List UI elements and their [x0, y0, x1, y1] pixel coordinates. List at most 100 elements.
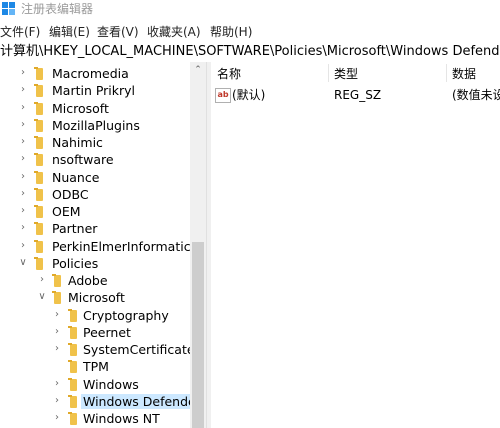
chevron-right-icon[interactable]: › — [18, 102, 28, 114]
chevron-down-icon[interactable]: ∨ — [18, 257, 28, 269]
tree-item-label: Partner — [52, 221, 98, 237]
folder-icon — [34, 205, 43, 218]
tree-item-label: Microsoft — [68, 290, 125, 306]
chevron-right-icon[interactable]: › — [18, 153, 28, 165]
folder-icon — [68, 360, 77, 374]
tree-item[interactable]: › Martin Prikryl — [0, 82, 190, 99]
chevron-right-icon[interactable]: › — [52, 326, 62, 338]
tree-item-label: Microsoft — [52, 100, 109, 116]
tree-item[interactable]: › Macromedia — [0, 65, 190, 82]
folder-icon — [68, 343, 77, 356]
tree-item-label: Cryptography — [83, 307, 169, 323]
tree-scrollbar[interactable]: ⌃ — [190, 62, 206, 428]
chevron-right-icon[interactable]: › — [18, 222, 28, 234]
tree-item[interactable]: › OEM — [0, 203, 190, 220]
tree-item[interactable]: › Partner — [0, 220, 190, 237]
folder-icon — [68, 377, 77, 391]
value-row[interactable]: ab (默认) REG_SZ (数值未设 — [211, 86, 500, 104]
chevron-right-icon[interactable]: › — [18, 119, 28, 131]
tree-item-label: Windows — [83, 376, 139, 392]
string-value-icon: ab — [215, 88, 231, 103]
column-header-type[interactable]: 类型 — [334, 67, 358, 81]
tree-item-label: TPM — [83, 359, 109, 375]
chevron-right-icon[interactable]: › — [18, 171, 28, 183]
tree-item[interactable]: › Windows — [0, 376, 190, 393]
tree-item-label: PerkinElmerInformatics — [52, 238, 198, 254]
tree-item[interactable]: › Nuance — [0, 169, 190, 186]
scrollbar-thumb[interactable] — [192, 242, 204, 428]
folder-icon — [34, 153, 43, 167]
chevron-right-icon[interactable]: › — [18, 84, 28, 96]
menu-favorites[interactable]: 收藏夹(A) — [147, 25, 201, 39]
folder-icon — [68, 325, 77, 339]
folder-icon — [68, 394, 77, 408]
chevron-right-icon[interactable]: › — [52, 378, 62, 390]
menu-file[interactable]: 文件(F) — [0, 25, 40, 39]
folder-icon — [34, 239, 43, 253]
chevron-right-icon[interactable]: › — [18, 240, 28, 252]
folder-icon — [34, 187, 43, 201]
tree-item[interactable]: › Peernet — [0, 324, 190, 341]
tree-item[interactable]: › Adobe — [0, 272, 190, 289]
folder-icon — [34, 170, 43, 184]
folder-icon — [34, 84, 43, 98]
menu-edit[interactable]: 编辑(E) — [49, 25, 90, 39]
folder-icon — [34, 118, 43, 132]
tree-item-label: Macromedia — [52, 66, 129, 81]
regedit-app-icon — [2, 2, 16, 16]
tree-item[interactable]: › MozillaPlugins — [0, 117, 190, 134]
folder-icon — [34, 136, 43, 149]
tree-item[interactable]: TPM — [0, 358, 190, 375]
folder-icon — [52, 291, 61, 305]
tree-item-label: Adobe — [68, 273, 108, 288]
chevron-right-icon[interactable]: › — [52, 395, 62, 407]
folder-icon — [68, 412, 77, 425]
tree-item-label: Nuance — [52, 169, 100, 185]
tree-item[interactable]: › ODBC — [0, 186, 190, 203]
chevron-right-icon[interactable]: › — [18, 205, 28, 217]
folder-icon — [34, 101, 43, 115]
column-header-data[interactable]: 数据 — [452, 67, 476, 81]
tree-item-label: nsoftware — [52, 152, 114, 168]
address-path[interactable]: 计算机\HKEY_LOCAL_MACHINE\SOFTWARE\Policies… — [0, 44, 500, 60]
chevron-right-icon[interactable]: › — [52, 412, 62, 424]
tree-item[interactable]: › Nahimic — [0, 134, 190, 151]
tree-item-label: SystemCertificates — [83, 342, 202, 357]
title-bar: 注册表编辑器 — [0, 0, 500, 22]
menu-bar: 文件(F) 编辑(E) 查看(V) 收藏夹(A) 帮助(H) — [0, 22, 500, 42]
menu-help[interactable]: 帮助(H) — [210, 25, 252, 39]
tree-item-label: OEM — [52, 204, 81, 219]
tree-item-label: Windows Defende — [81, 393, 198, 409]
tree-item[interactable]: › Windows NT — [0, 410, 190, 427]
tree-item-label: Windows NT — [83, 411, 160, 426]
registry-tree: › Macromedia › Martin Prikryl › Microsoft › Moz… — [0, 62, 206, 428]
tree-item[interactable]: › SystemCertificates — [0, 341, 201, 358]
column-divider[interactable] — [446, 64, 447, 82]
tree-item[interactable]: › nsoftware — [0, 151, 190, 168]
folder-icon — [34, 222, 43, 236]
chevron-right-icon[interactable]: › — [52, 343, 62, 355]
address-bar[interactable]: 计算机\HKEY_LOCAL_MACHINE\SOFTWARE\Policies… — [0, 42, 500, 63]
tree-item[interactable]: ∨ Policies — [0, 255, 190, 272]
tree-item[interactable]: ∨ Microsoft — [0, 289, 190, 306]
tree-item[interactable]: › Microsoft — [0, 100, 190, 117]
column-header-name[interactable]: 名称 — [217, 67, 241, 81]
chevron-right-icon[interactable]: › — [37, 274, 47, 286]
tree-item-label: Martin Prikryl — [52, 83, 136, 99]
chevron-right-icon[interactable]: › — [18, 67, 28, 79]
menu-view[interactable]: 查看(V) — [97, 25, 139, 39]
tree-item[interactable]: › Windows Defende — [0, 393, 198, 410]
folder-icon — [52, 274, 61, 287]
folder-icon — [68, 308, 77, 322]
window-title: 注册表编辑器 — [21, 2, 94, 16]
chevron-down-icon[interactable]: ∨ — [37, 291, 47, 303]
tree-item[interactable]: › Cryptography — [0, 307, 190, 324]
chevron-right-icon[interactable]: › — [18, 136, 28, 148]
tree-item[interactable]: › PerkinElmerInformatics — [0, 238, 197, 255]
chevron-right-icon[interactable]: › — [18, 188, 28, 200]
values-list: 名称 类型 数据 ab (默认) REG_SZ (数值未设 — [211, 62, 500, 428]
column-divider[interactable] — [328, 64, 329, 82]
chevron-right-icon[interactable]: › — [52, 309, 62, 321]
scroll-up-icon[interactable]: ⌃ — [190, 62, 206, 78]
folder-icon — [34, 67, 43, 80]
